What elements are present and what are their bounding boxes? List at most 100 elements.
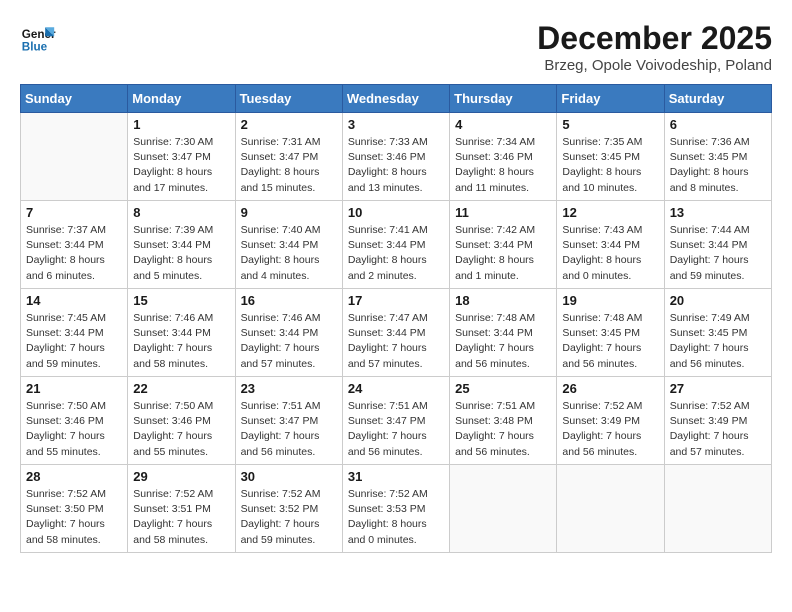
- col-header-sunday: Sunday: [21, 85, 128, 113]
- day-number: 30: [241, 469, 337, 484]
- day-cell: 13 Sunrise: 7:44 AMSunset: 3:44 PMDayligh…: [664, 201, 771, 289]
- day-info: Sunrise: 7:47 AMSunset: 3:44 PMDaylight:…: [348, 311, 444, 372]
- day-info: Sunrise: 7:35 AMSunset: 3:45 PMDaylight:…: [562, 135, 658, 196]
- day-number: 20: [670, 293, 766, 308]
- day-info: Sunrise: 7:52 AMSunset: 3:49 PMDaylight:…: [670, 399, 766, 460]
- day-number: 7: [26, 205, 122, 220]
- day-cell: 9Sunrise: 7:40 AMSunset: 3:44 PMDaylight…: [235, 201, 342, 289]
- day-number: 5: [562, 117, 658, 132]
- day-number: 12: [562, 205, 658, 220]
- day-number: 21: [26, 381, 122, 396]
- day-cell: [557, 465, 664, 553]
- day-cell: 28Sunrise: 7:52 AMSunset: 3:50 PMDayligh…: [21, 465, 128, 553]
- day-cell: 5 Sunrise: 7:35 AMSunset: 3:45 PMDaylight…: [557, 113, 664, 201]
- day-number: 14: [26, 293, 122, 308]
- day-number: 4: [455, 117, 551, 132]
- day-number: 3: [348, 117, 444, 132]
- day-number: 1: [133, 117, 229, 132]
- day-cell: 24Sunrise: 7:51 AMSunset: 3:47 PMDayligh…: [342, 377, 449, 465]
- calendar-header-row: SundayMondayTuesdayWednesdayThursdayFrid…: [21, 85, 772, 113]
- day-number: 26: [562, 381, 658, 396]
- day-info: Sunrise: 7:33 AMSunset: 3:46 PMDaylight:…: [348, 135, 444, 196]
- day-info: Sunrise: 7:34 AMSunset: 3:46 PMDaylight:…: [455, 135, 551, 196]
- day-info: Sunrise: 7:41 AMSunset: 3:44 PMDaylight:…: [348, 223, 444, 284]
- day-cell: 22Sunrise: 7:50 AMSunset: 3:46 PMDayligh…: [128, 377, 235, 465]
- day-cell: [21, 113, 128, 201]
- day-info: Sunrise: 7:52 AMSunset: 3:53 PMDaylight:…: [348, 487, 444, 548]
- day-cell: [664, 465, 771, 553]
- day-info: Sunrise: 7:46 AMSunset: 3:44 PMDaylight:…: [133, 311, 229, 372]
- day-info: Sunrise: 7:42 AMSunset: 3:44 PMDaylight:…: [455, 223, 551, 284]
- day-info: Sunrise: 7:36 AMSunset: 3:45 PMDaylight:…: [670, 135, 766, 196]
- day-number: 10: [348, 205, 444, 220]
- day-cell: 14 Sunrise: 7:45 AMSunset: 3:44 PMDayligh…: [21, 289, 128, 377]
- day-cell: 29 Sunrise: 7:52 AMSunset: 3:51 PMDayligh…: [128, 465, 235, 553]
- day-cell: 10 Sunrise: 7:41 AMSunset: 3:44 PMDayligh…: [342, 201, 449, 289]
- col-header-saturday: Saturday: [664, 85, 771, 113]
- day-number: 28: [26, 469, 122, 484]
- day-info: Sunrise: 7:37 AMSunset: 3:44 PMDaylight:…: [26, 223, 122, 284]
- week-row-1: 1 Sunrise: 7:30 AMSunset: 3:47 PMDaylight…: [21, 113, 772, 201]
- day-info: Sunrise: 7:49 AMSunset: 3:45 PMDaylight:…: [670, 311, 766, 372]
- week-row-5: 28Sunrise: 7:52 AMSunset: 3:50 PMDayligh…: [21, 465, 772, 553]
- day-info: Sunrise: 7:52 AMSunset: 3:52 PMDaylight:…: [241, 487, 337, 548]
- day-number: 6: [670, 117, 766, 132]
- day-cell: 19Sunrise: 7:48 AMSunset: 3:45 PMDayligh…: [557, 289, 664, 377]
- day-info: Sunrise: 7:31 AMSunset: 3:47 PMDaylight:…: [241, 135, 337, 196]
- day-cell: 26Sunrise: 7:52 AMSunset: 3:49 PMDayligh…: [557, 377, 664, 465]
- week-row-2: 7 Sunrise: 7:37 AMSunset: 3:44 PMDaylight…: [21, 201, 772, 289]
- day-number: 8: [133, 205, 229, 220]
- day-info: Sunrise: 7:46 AMSunset: 3:44 PMDaylight:…: [241, 311, 337, 372]
- day-info: Sunrise: 7:43 AMSunset: 3:44 PMDaylight:…: [562, 223, 658, 284]
- day-info: Sunrise: 7:50 AMSunset: 3:46 PMDaylight:…: [26, 399, 122, 460]
- day-info: Sunrise: 7:50 AMSunset: 3:46 PMDaylight:…: [133, 399, 229, 460]
- day-cell: 3 Sunrise: 7:33 AMSunset: 3:46 PMDaylight…: [342, 113, 449, 201]
- day-cell: 27Sunrise: 7:52 AMSunset: 3:49 PMDayligh…: [664, 377, 771, 465]
- day-number: 15: [133, 293, 229, 308]
- day-info: Sunrise: 7:48 AMSunset: 3:45 PMDaylight:…: [562, 311, 658, 372]
- day-number: 2: [241, 117, 337, 132]
- day-info: Sunrise: 7:51 AMSunset: 3:47 PMDaylight:…: [241, 399, 337, 460]
- day-cell: 16 Sunrise: 7:46 AMSunset: 3:44 PMDayligh…: [235, 289, 342, 377]
- day-number: 31: [348, 469, 444, 484]
- week-row-3: 14 Sunrise: 7:45 AMSunset: 3:44 PMDayligh…: [21, 289, 772, 377]
- day-number: 16: [241, 293, 337, 308]
- day-info: Sunrise: 7:44 AMSunset: 3:44 PMDaylight:…: [670, 223, 766, 284]
- col-header-friday: Friday: [557, 85, 664, 113]
- col-header-monday: Monday: [128, 85, 235, 113]
- day-cell: 30 Sunrise: 7:52 AMSunset: 3:52 PMDayligh…: [235, 465, 342, 553]
- day-cell: 6 Sunrise: 7:36 AMSunset: 3:45 PMDaylight…: [664, 113, 771, 201]
- day-number: 18: [455, 293, 551, 308]
- day-number: 25: [455, 381, 551, 396]
- day-info: Sunrise: 7:51 AMSunset: 3:47 PMDaylight:…: [348, 399, 444, 460]
- day-info: Sunrise: 7:30 AMSunset: 3:47 PMDaylight:…: [133, 135, 229, 196]
- day-cell: 8 Sunrise: 7:39 AMSunset: 3:44 PMDaylight…: [128, 201, 235, 289]
- day-cell: 12 Sunrise: 7:43 AMSunset: 3:44 PMDayligh…: [557, 201, 664, 289]
- day-number: 17: [348, 293, 444, 308]
- calendar-table: SundayMondayTuesdayWednesdayThursdayFrid…: [20, 84, 772, 553]
- logo-icon: General Blue: [20, 20, 56, 56]
- day-info: Sunrise: 7:45 AMSunset: 3:44 PMDaylight:…: [26, 311, 122, 372]
- page-header: General Blue December 2025 Brzeg, Opole …: [20, 20, 772, 74]
- logo: General Blue: [20, 20, 56, 56]
- day-cell: 23 Sunrise: 7:51 AMSunset: 3:47 PMDayligh…: [235, 377, 342, 465]
- svg-text:Blue: Blue: [22, 41, 48, 54]
- day-cell: 4 Sunrise: 7:34 AMSunset: 3:46 PMDaylight…: [450, 113, 557, 201]
- day-cell: 15 Sunrise: 7:46 AMSunset: 3:44 PMDayligh…: [128, 289, 235, 377]
- day-number: 13: [670, 205, 766, 220]
- month-title: December 2025: [537, 20, 772, 57]
- week-row-4: 21 Sunrise: 7:50 AMSunset: 3:46 PMDayligh…: [21, 377, 772, 465]
- day-info: Sunrise: 7:51 AMSunset: 3:48 PMDaylight:…: [455, 399, 551, 460]
- day-number: 29: [133, 469, 229, 484]
- day-cell: 17 Sunrise: 7:47 AMSunset: 3:44 PMDayligh…: [342, 289, 449, 377]
- day-number: 11: [455, 205, 551, 220]
- day-info: Sunrise: 7:39 AMSunset: 3:44 PMDaylight:…: [133, 223, 229, 284]
- col-header-wednesday: Wednesday: [342, 85, 449, 113]
- day-cell: 11 Sunrise: 7:42 AMSunset: 3:44 PMDayligh…: [450, 201, 557, 289]
- title-block: December 2025 Brzeg, Opole Voivodeship, …: [537, 20, 772, 74]
- day-info: Sunrise: 7:52 AMSunset: 3:51 PMDaylight:…: [133, 487, 229, 548]
- day-cell: 21 Sunrise: 7:50 AMSunset: 3:46 PMDayligh…: [21, 377, 128, 465]
- location-subtitle: Brzeg, Opole Voivodeship, Poland: [537, 57, 772, 74]
- day-cell: 25 Sunrise: 7:51 AMSunset: 3:48 PMDayligh…: [450, 377, 557, 465]
- day-number: 23: [241, 381, 337, 396]
